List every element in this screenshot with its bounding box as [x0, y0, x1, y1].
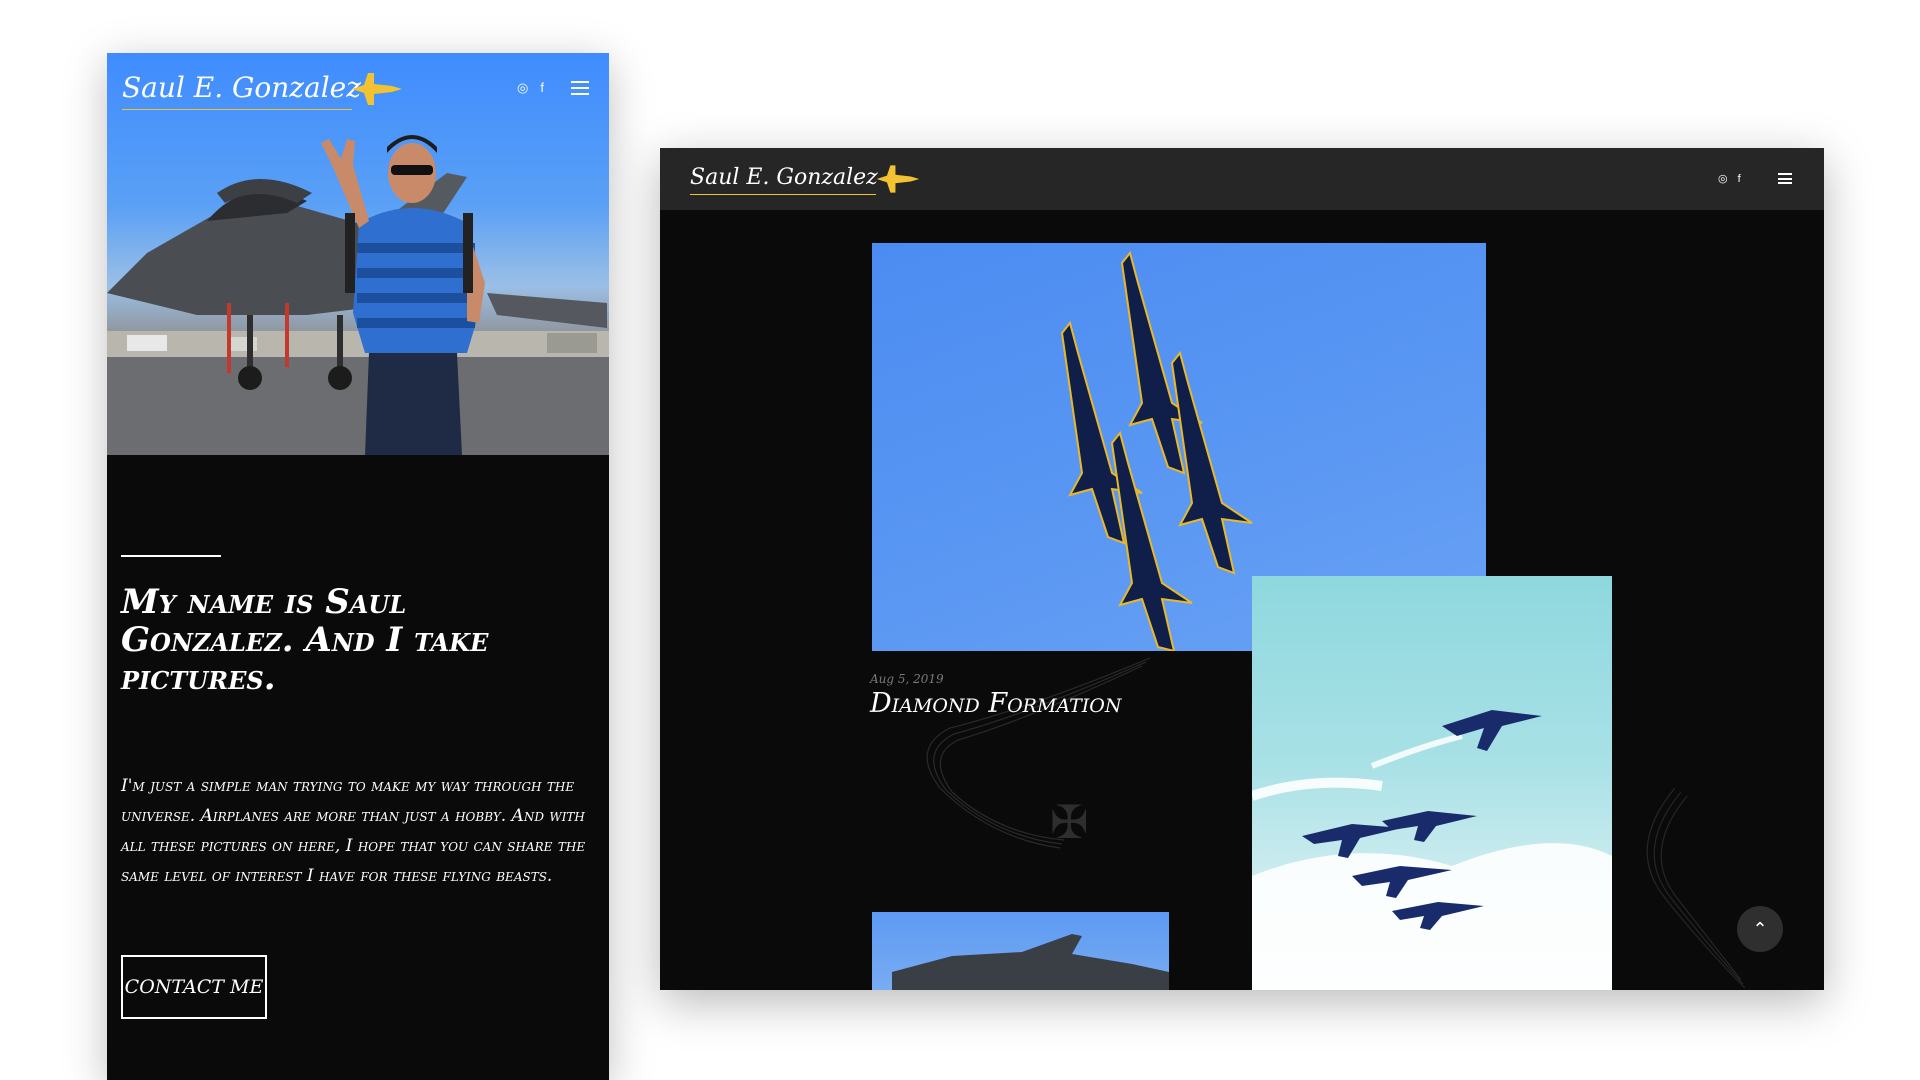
mobile-mockup: Saul E. Gonzalez ◎ f My name is Saul Gon… — [107, 53, 609, 1080]
site-logo[interactable]: Saul E. Gonzalez — [690, 159, 950, 199]
chevron-up-icon: ⌃ — [1752, 919, 1768, 939]
svg-text:✠: ✠ — [1050, 795, 1089, 849]
scroll-to-top-button[interactable]: ⌃ — [1737, 906, 1783, 952]
social-links: ◎ f — [1718, 172, 1741, 186]
mobile-header: Saul E. Gonzalez ◎ f — [107, 53, 609, 127]
intro-bio: I'm just a simple man trying to make my … — [121, 776, 586, 886]
logo-text: Saul E. Gonzalez — [122, 71, 361, 104]
logo-text: Saul E. Gonzalez — [690, 165, 878, 190]
intro-headline: My name is Saul Gonzalez. And I take pic… — [121, 582, 489, 698]
hamburger-menu-icon — [571, 81, 589, 95]
logo-underline — [122, 109, 352, 110]
site-logo[interactable]: Saul E. Gonzalez — [122, 69, 422, 113]
menu-button[interactable] — [1778, 173, 1792, 184]
facebook-icon[interactable]: f — [1738, 172, 1741, 186]
menu-button[interactable] — [571, 81, 589, 95]
decorative-swoosh-right — [1646, 788, 1745, 988]
jet-icon — [876, 165, 920, 193]
post-title[interactable]: Diamond Formation — [870, 688, 1121, 719]
facebook-icon[interactable]: f — [540, 81, 544, 95]
decorative-swoosh: ✠ — [926, 657, 1150, 849]
logo-underline — [690, 194, 876, 195]
hamburger-menu-icon — [1778, 173, 1792, 184]
contact-me-button[interactable]: Contact me — [121, 955, 267, 1019]
desktop-mockup: Saul E. Gonzalez ◎ f ✠ Aug 5, 2019 Diamo… — [660, 148, 1824, 990]
jet-icon — [352, 73, 402, 105]
post-photo-blue-angels-formation[interactable] — [1252, 576, 1612, 990]
post-date: Aug 5, 2019 — [870, 672, 944, 686]
desktop-header: Saul E. Gonzalez ◎ f — [660, 148, 1824, 210]
post-photo-f35[interactable] — [872, 912, 1169, 990]
social-links: ◎ f — [517, 81, 544, 95]
instagram-icon[interactable]: ◎ — [1718, 172, 1728, 186]
instagram-icon[interactable]: ◎ — [517, 81, 528, 95]
headline-rule — [121, 555, 221, 557]
